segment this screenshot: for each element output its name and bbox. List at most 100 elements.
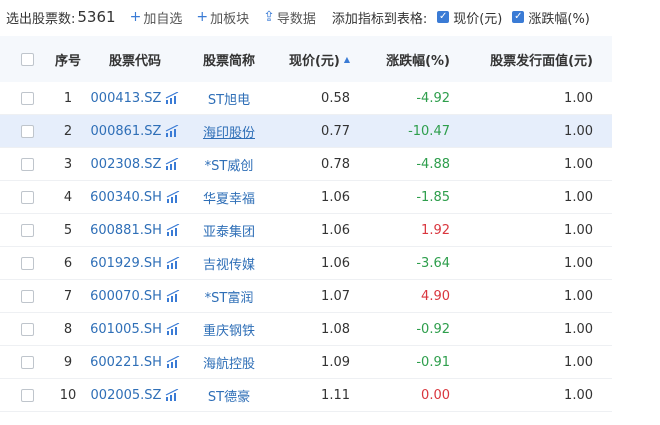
plus-icon: +	[129, 9, 142, 25]
add-to-watchlist-label: 加自选	[143, 11, 183, 27]
row-checkbox[interactable]	[0, 256, 54, 270]
row-code-cell: 600070.SH	[82, 289, 188, 304]
table-row[interactable]: 9 600221.SH 海航控股 1.09 -0.91 1.00	[0, 346, 612, 379]
row-checkbox[interactable]	[0, 157, 54, 171]
row-price: 1.06	[321, 222, 350, 238]
col-name-header[interactable]: 股票简称	[188, 50, 270, 69]
row-face-value: 1.00	[564, 387, 593, 403]
row-change: -4.88	[416, 156, 450, 172]
selected-count: 5361	[77, 8, 116, 26]
col-price-label: 现价(元)	[288, 53, 340, 69]
table-row[interactable]: 1 000413.SZ ST旭电 0.58 -4.92 1.00	[0, 82, 612, 115]
toolbar: 选出股票数: 5361 + 加自选 + 加板块 ⇪ 导数据 添加指标到表格: ✓…	[0, 0, 660, 34]
stock-name-link[interactable]: 吉视传媒	[203, 258, 255, 273]
stock-code-link[interactable]: 601929.SH	[90, 256, 162, 271]
selected-count-label: 选出股票数:	[6, 11, 76, 27]
chart-trend-icon[interactable]	[165, 125, 179, 137]
row-price: 1.08	[321, 321, 350, 337]
col-code-header[interactable]: 股票代码	[82, 50, 188, 69]
chart-trend-icon[interactable]	[166, 191, 180, 203]
checkbox-icon	[20, 190, 34, 204]
stock-name-link[interactable]: *ST威创	[205, 159, 254, 174]
stock-code-link[interactable]: 600881.SH	[90, 223, 162, 238]
stock-name-link[interactable]: 海航控股	[203, 357, 255, 372]
add-to-watchlist-button[interactable]: + 加自选	[130, 8, 183, 27]
stock-name-link[interactable]: 华夏幸福	[203, 192, 255, 207]
select-all-checkbox[interactable]	[0, 52, 54, 66]
chart-trend-icon[interactable]	[166, 356, 180, 368]
export-data-button[interactable]: ⇪ 导数据	[263, 8, 316, 27]
chart-trend-icon[interactable]	[165, 92, 179, 104]
stock-code-link[interactable]: 601005.SH	[90, 322, 162, 337]
row-checkbox[interactable]	[0, 223, 54, 237]
table-row[interactable]: 6 601929.SH 吉视传媒 1.06 -3.64 1.00	[0, 247, 612, 280]
stock-name-link[interactable]: 重庆钢铁	[203, 324, 255, 339]
chart-trend-icon[interactable]	[166, 323, 180, 335]
row-name-cell: 华夏幸福	[188, 188, 270, 207]
add-to-block-button[interactable]: + 加板块	[196, 8, 249, 27]
col-price-header[interactable]: 现价(元) ▲	[270, 50, 350, 69]
chart-trend-icon[interactable]	[166, 290, 180, 302]
table-row[interactable]: 7 600070.SH *ST富润 1.07 4.90 1.00	[0, 280, 612, 313]
row-index: 3	[63, 156, 73, 172]
stock-code-link[interactable]: 002308.SZ	[91, 157, 162, 172]
row-price: 1.11	[321, 387, 350, 403]
stock-name-link[interactable]: ST德豪	[208, 390, 250, 405]
chart-trend-icon[interactable]	[165, 389, 179, 401]
row-name-cell: *ST富润	[188, 287, 270, 306]
row-checkbox[interactable]	[0, 289, 54, 303]
row-index: 8	[63, 321, 73, 337]
price-metric-checkbox[interactable]: ✓ 现价(元)	[437, 8, 502, 27]
stock-code-link[interactable]: 002005.SZ	[91, 388, 162, 403]
stock-code-link[interactable]: 600340.SH	[90, 190, 162, 205]
stock-name-link[interactable]: 海印股份	[203, 126, 255, 141]
checkbox-icon	[20, 355, 34, 369]
checkbox-icon	[20, 322, 34, 336]
row-change: -10.47	[408, 123, 450, 139]
row-price: 1.07	[321, 288, 350, 304]
chart-trend-icon[interactable]	[166, 257, 180, 269]
row-index: 7	[63, 288, 73, 304]
row-change: -0.91	[416, 354, 450, 370]
row-checkbox[interactable]	[0, 322, 54, 336]
table-row[interactable]: 10 002005.SZ ST德豪 1.11 0.00 1.00	[0, 379, 612, 412]
stock-name-link[interactable]: ST旭电	[208, 93, 250, 108]
stock-code-link[interactable]: 000413.SZ	[91, 91, 162, 106]
row-checkbox[interactable]	[0, 190, 54, 204]
change-metric-checkbox[interactable]: ✓ 涨跌幅(%)	[512, 8, 590, 27]
row-checkbox[interactable]	[0, 124, 54, 138]
stock-code-link[interactable]: 000861.SZ	[91, 124, 162, 139]
table-row[interactable]: 2 000861.SZ 海印股份 0.77 -10.47 1.00	[0, 115, 612, 148]
stock-code-link[interactable]: 600221.SH	[90, 355, 162, 370]
checkbox-icon	[20, 157, 34, 171]
checkmark-icon: ✓	[512, 11, 525, 23]
table-row[interactable]: 5 600881.SH 亚泰集团 1.06 1.92 1.00	[0, 214, 612, 247]
table-row[interactable]: 8 601005.SH 重庆钢铁 1.08 -0.92 1.00	[0, 313, 612, 346]
checkbox-icon	[20, 388, 34, 402]
table-row[interactable]: 3 002308.SZ *ST威创 0.78 -4.88 1.00	[0, 148, 612, 181]
row-price: 1.06	[321, 189, 350, 205]
stock-code-link[interactable]: 600070.SH	[90, 289, 162, 304]
row-checkbox[interactable]	[0, 91, 54, 105]
col-change-header[interactable]: 涨跌幅(%)	[350, 50, 450, 69]
row-name-cell: 吉视传媒	[188, 254, 270, 273]
row-price: 1.09	[321, 354, 350, 370]
row-checkbox[interactable]	[0, 355, 54, 369]
chart-trend-icon[interactable]	[166, 224, 180, 236]
row-change: -0.92	[416, 321, 450, 337]
row-change: 1.92	[421, 222, 450, 238]
row-face-value: 1.00	[564, 354, 593, 370]
row-checkbox[interactable]	[0, 388, 54, 402]
row-index: 9	[63, 354, 73, 370]
stock-name-link[interactable]: *ST富润	[205, 291, 254, 306]
chart-trend-icon[interactable]	[165, 158, 179, 170]
stock-table: 序号 股票代码 股票简称 现价(元) ▲ 涨跌幅(%) 股票发行面值(元) 10…	[0, 36, 612, 412]
row-change: -3.64	[416, 255, 450, 271]
stock-name-link[interactable]: 亚泰集团	[203, 225, 255, 240]
row-face-value: 1.00	[564, 156, 593, 172]
col-face-value-header[interactable]: 股票发行面值(元)	[450, 50, 593, 69]
row-index: 4	[63, 189, 73, 205]
row-name-cell: 亚泰集团	[188, 221, 270, 240]
row-name-cell: *ST威创	[188, 155, 270, 174]
table-row[interactable]: 4 600340.SH 华夏幸福 1.06 -1.85 1.00	[0, 181, 612, 214]
